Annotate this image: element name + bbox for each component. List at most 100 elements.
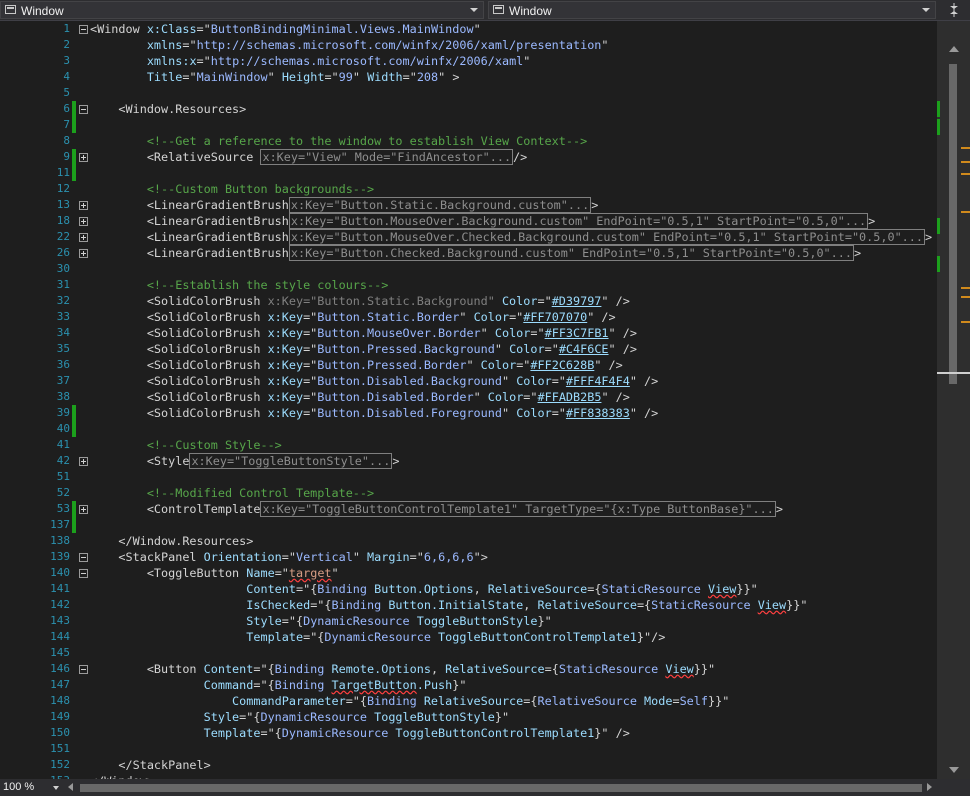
code-line[interactable]: 31 <!--Establish the style colours--> <box>0 277 937 293</box>
code-line[interactable]: 26 <LinearGradientBrush x:Key="Button.Che… <box>0 245 937 261</box>
code-token: ="{ <box>281 614 304 628</box>
expand-icon[interactable] <box>79 457 88 466</box>
code-line[interactable]: 13 <LinearGradientBrush x:Key="Button.Sta… <box>0 197 937 213</box>
code-line[interactable]: 146 <Button Content="{Binding Remote.Opt… <box>0 661 937 677</box>
code-token: =" <box>530 326 545 340</box>
line-number: 53 <box>56 502 70 515</box>
code-line[interactable]: 143 Style="{DynamicResource ToggleButton… <box>0 613 937 629</box>
find-marker <box>961 321 970 323</box>
code-line[interactable]: 8 <!--Get a reference to the window to e… <box>0 133 937 149</box>
code-line[interactable]: 4 Title="MainWindow" Height="99" Width="… <box>0 69 937 85</box>
collapsed-region[interactable]: x:Key="Button.Checked.Background.custom"… <box>288 245 854 261</box>
code-line[interactable]: 41 <!--Custom Style--> <box>0 437 937 453</box>
zoom-dropdown[interactable]: 100 % <box>3 780 63 795</box>
code-line[interactable]: 34 <SolidColorBrush x:Key="Button.MouseO… <box>0 325 937 341</box>
code-line[interactable]: 37 <SolidColorBrush x:Key="Button.Disabl… <box>0 373 937 389</box>
line-number: 32 <box>56 294 70 307</box>
collapsed-region[interactable]: x:Key="View" Mode="FindAncestor"... <box>260 149 514 165</box>
code-line[interactable]: 149 Style="{DynamicResource ToggleButton… <box>0 709 937 725</box>
code-line[interactable]: 33 <SolidColorBrush x:Key="Button.Static… <box>0 309 937 325</box>
scroll-right-icon[interactable] <box>927 783 932 791</box>
chevron-down-icon <box>53 786 59 790</box>
code-line[interactable]: 140 <ToggleButton Name="target" <box>0 565 937 581</box>
code-line[interactable]: 7 <box>0 117 937 133</box>
type-dropdown[interactable]: Window <box>0 1 484 19</box>
collapse-icon[interactable] <box>79 553 88 562</box>
code-line[interactable]: 36 <SolidColorBrush x:Key="Button.Presse… <box>0 357 937 373</box>
code-line[interactable]: 142 IsChecked="{Binding Button.InitialSt… <box>0 597 937 613</box>
code-editor[interactable]: 1 <Window x:Class="ButtonBindingMinimal.V… <box>0 21 937 779</box>
collapsed-region[interactable]: x:Key="Button.Static.Background.custom".… <box>288 197 592 213</box>
code-line[interactable]: 40 <box>0 421 937 437</box>
split-window-button[interactable] <box>942 1 966 19</box>
vertical-scrollbar[interactable] <box>937 21 970 779</box>
line-number: 2 <box>63 38 70 51</box>
code-line[interactable]: 22 <LinearGradientBrush x:Key="Button.Mou… <box>0 229 937 245</box>
collapse-icon[interactable] <box>79 665 88 674</box>
code-line[interactable]: 147 Command="{Binding TargetButton.Push}… <box>0 677 937 693</box>
horizontal-scroll-thumb[interactable] <box>80 784 922 792</box>
code-line[interactable]: 145 <box>0 645 937 661</box>
expand-icon[interactable] <box>79 233 88 242</box>
code-line[interactable]: 42 <Style x:Key="ToggleButtonStyle"... > <box>0 453 937 469</box>
code-line[interactable]: 6 <Window.Resources> <box>0 101 937 117</box>
code-line[interactable]: 139 <StackPanel Orientation="Vertical" M… <box>0 549 937 565</box>
code-line[interactable]: 144 Template="{DynamicResource ToggleBut… <box>0 629 937 645</box>
code-token: Button.Static.Border <box>317 310 460 324</box>
code-line[interactable]: 5 <box>0 85 937 101</box>
code-line[interactable]: 12 <!--Custom Button backgrounds--> <box>0 181 937 197</box>
expand-icon[interactable] <box>79 201 88 210</box>
member-dropdown[interactable]: Window <box>488 1 936 19</box>
code-line[interactable]: 151 <box>0 741 937 757</box>
code-line[interactable]: 18 <LinearGradientBrush x:Key="Button.Mou… <box>0 213 937 229</box>
collapsed-region[interactable]: x:Key="Button.MouseOver.Background.custo… <box>288 213 869 229</box>
scroll-up-icon[interactable] <box>949 46 959 52</box>
code-line[interactable]: 152 </StackPanel> <box>0 757 937 773</box>
code-token: " /> <box>629 406 659 420</box>
code-line[interactable]: 38 <SolidColorBrush x:Key="Button.Disabl… <box>0 389 937 405</box>
expand-icon[interactable] <box>79 505 88 514</box>
collapse-icon[interactable] <box>79 569 88 578</box>
code-line[interactable]: 141 Content="{Binding Button.Options, Re… <box>0 581 937 597</box>
code-line[interactable]: 150 Template="{DynamicResource ToggleBut… <box>0 725 937 741</box>
collapsed-region[interactable]: x:Key="ToggleButtonControlTemplate1" Tar… <box>260 501 776 517</box>
code-line[interactable]: 11 <box>0 165 937 181</box>
expand-icon[interactable] <box>79 217 88 226</box>
code-token: "> <box>473 550 488 564</box>
code-token: =" <box>303 310 318 324</box>
code-line[interactable]: 138 </Window.Resources> <box>0 533 937 549</box>
code-line[interactable]: 3 xmlns:x="http://schemas.microsoft.com/… <box>0 53 937 69</box>
code-token: Margin <box>367 550 410 564</box>
code-line[interactable]: 51 <box>0 469 937 485</box>
code-line[interactable]: 1 <Window x:Class="ButtonBindingMinimal.V… <box>0 21 937 37</box>
line-number: 8 <box>63 134 70 147</box>
code-line[interactable]: 52 <!--Modified Control Template--> <box>0 485 937 501</box>
code-line[interactable]: 2 xmlns="http://schemas.microsoft.com/wi… <box>0 37 937 53</box>
collapse-icon[interactable] <box>79 105 88 114</box>
code-text: <!--Modified Control Template--> <box>90 485 374 501</box>
scroll-left-icon[interactable] <box>68 783 73 791</box>
code-token: #FF3C7FB1 <box>544 326 609 340</box>
code-token: ="{ <box>303 630 325 644</box>
expand-icon[interactable] <box>79 249 88 258</box>
collapsed-region[interactable]: x:Key="Button.MouseOver.Checked.Backgrou… <box>288 229 925 245</box>
code-line[interactable]: 148 CommandParameter="{Binding RelativeS… <box>0 693 937 709</box>
code-line[interactable]: 35 <SolidColorBrush x:Key="Button.Presse… <box>0 341 937 357</box>
collapse-icon[interactable] <box>79 25 88 34</box>
code-line[interactable]: 53 <ControlTemplate x:Key="ToggleButtonCo… <box>0 501 937 517</box>
code-line[interactable]: 39 <SolidColorBrush x:Key="Button.Disabl… <box>0 405 937 421</box>
line-number: 31 <box>56 278 70 291</box>
code-line[interactable]: 32 <SolidColorBrush x:Key="Button.Static… <box>0 293 937 309</box>
code-token: RelativeSource <box>445 662 545 676</box>
code-line[interactable]: 137 <box>0 517 937 533</box>
code-line[interactable]: 9 <RelativeSource x:Key="View" Mode="Fin… <box>0 149 937 165</box>
code-token: =" <box>303 374 318 388</box>
expand-icon[interactable] <box>79 153 88 162</box>
vertical-scroll-thumb[interactable] <box>949 64 957 384</box>
collapsed-region[interactable]: x:Key="ToggleButtonStyle"... <box>189 453 393 469</box>
code-token: > <box>775 502 783 516</box>
scroll-down-icon[interactable] <box>949 767 959 773</box>
code-line[interactable]: 30 <box>0 261 937 277</box>
